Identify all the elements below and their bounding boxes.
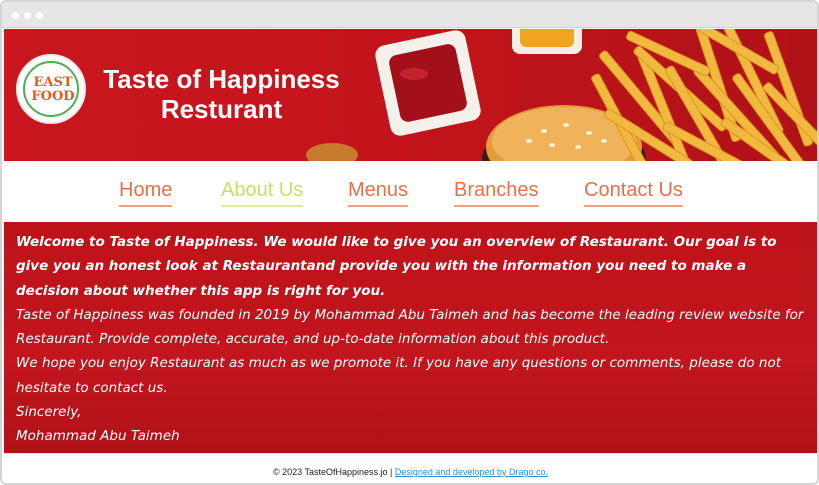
hero-banner: EAST FOOD Taste of Happiness Resturant xyxy=(4,29,817,161)
nav-item-home[interactable]: Home xyxy=(119,179,173,207)
signature-text: Mohammad Abu Taimeh xyxy=(16,428,180,445)
nugget-icon xyxy=(306,143,358,161)
about-content: Welcome to Taste of Happiness. We would … xyxy=(4,222,817,453)
restaurant-logo[interactable]: EAST FOOD xyxy=(16,54,86,124)
browser-title-bar xyxy=(2,2,817,28)
site-title-line1: Taste of Happiness xyxy=(103,64,340,94)
closing-text: Sincerely, xyxy=(16,404,82,421)
nav-item-contact-us[interactable]: Contact Us xyxy=(584,179,683,207)
hope-paragraph: We hope you enjoy Restaurant as much as … xyxy=(16,355,782,396)
site-title-line2: Resturant xyxy=(160,94,283,124)
browser-window: EAST FOOD Taste of Happiness Resturant H… xyxy=(0,0,819,485)
window-dot-icon[interactable] xyxy=(12,12,19,19)
mustard-dish-icon xyxy=(512,29,582,54)
welcome-paragraph: Welcome to Taste of Happiness. We would … xyxy=(16,234,777,299)
main-nav: Home About Us Menus Branches Contact Us xyxy=(4,161,817,222)
nav-item-branches[interactable]: Branches xyxy=(454,179,539,207)
window-dot-icon[interactable] xyxy=(24,12,31,19)
site-title: Taste of Happiness Resturant xyxy=(89,64,354,124)
nav-item-menus[interactable]: Menus xyxy=(348,179,409,207)
ketchup-dish-icon xyxy=(375,30,481,136)
window-dot-icon[interactable] xyxy=(36,12,43,19)
fries-icon xyxy=(591,29,817,161)
logo-text-bottom: FOOD xyxy=(31,89,75,104)
logo-text-top: EAST xyxy=(33,75,73,90)
nav-item-about-us[interactable]: About Us xyxy=(221,179,304,207)
founded-paragraph: Taste of Happiness was founded in 2019 b… xyxy=(16,306,804,348)
developer-credit-link[interactable]: Designed and developed by Drago co. xyxy=(395,467,548,477)
page-footer: © 2023 TasteOfHappiness.jo | Designed an… xyxy=(4,453,817,483)
copyright-text: © 2023 TasteOfHappiness.jo | xyxy=(273,467,393,477)
